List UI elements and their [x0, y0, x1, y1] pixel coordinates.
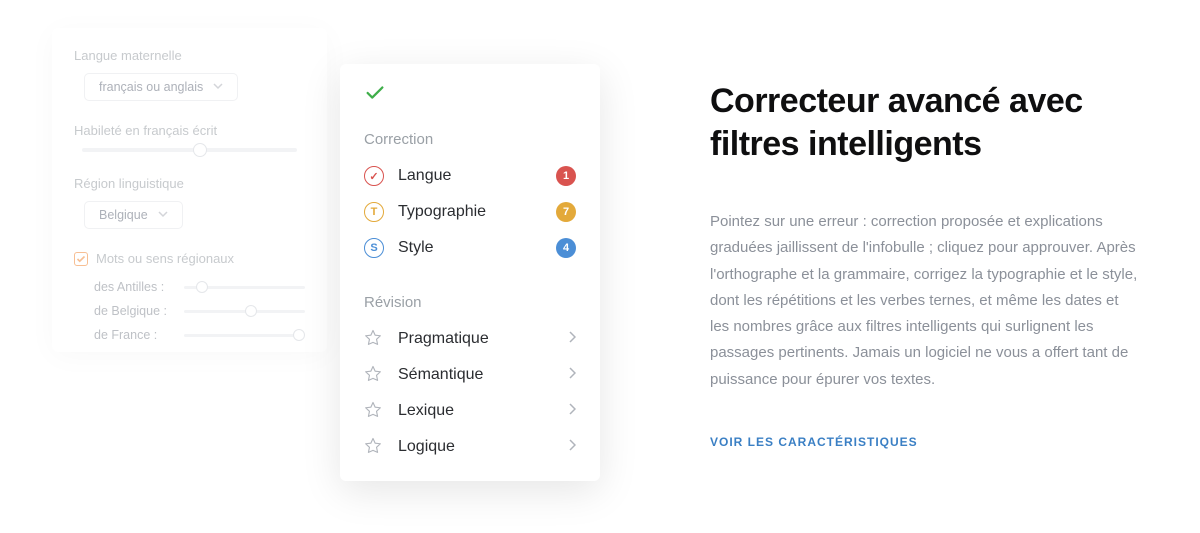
regional-label: des Antilles :	[94, 280, 184, 294]
regional-slider-row: de France :	[74, 328, 305, 342]
regional-slider[interactable]	[184, 286, 305, 289]
heading-correction: Correction	[340, 131, 600, 158]
revision-item[interactable]: Lexique	[340, 393, 600, 429]
label-habilete: Habileté en français écrit	[74, 123, 305, 138]
count-badge: 4	[556, 238, 576, 258]
chevron-down-icon	[158, 208, 168, 222]
star-icon	[364, 329, 384, 349]
revision-label: Logique	[398, 438, 568, 456]
chevron-right-icon	[568, 366, 576, 384]
count-badge: 7	[556, 202, 576, 222]
label-region: Région linguistique	[74, 176, 305, 191]
regional-label: de Belgique :	[94, 304, 184, 318]
select-value: français ou anglais	[99, 80, 203, 94]
label-langue-maternelle: Langue maternelle	[74, 48, 305, 63]
select-region[interactable]: Belgique	[84, 201, 183, 229]
correction-type-icon: T	[364, 202, 384, 222]
slider-thumb[interactable]	[245, 305, 257, 317]
regional-slider-row: de Belgique :	[74, 304, 305, 318]
revision-item[interactable]: Sémantique	[340, 357, 600, 393]
correction-type-icon: S	[364, 238, 384, 258]
select-langue-maternelle[interactable]: français ou anglais	[84, 73, 238, 101]
regional-slider[interactable]	[184, 310, 305, 313]
revision-label: Lexique	[398, 402, 568, 420]
star-icon	[364, 365, 384, 385]
revision-item[interactable]: Pragmatique	[340, 321, 600, 357]
habilete-slider[interactable]	[82, 148, 297, 152]
slider-thumb[interactable]	[196, 281, 208, 293]
regional-slider[interactable]	[184, 334, 305, 337]
check-icon	[364, 82, 600, 109]
revision-label: Sémantique	[398, 366, 568, 384]
slider-thumb[interactable]	[293, 329, 305, 341]
count-badge: 1	[556, 166, 576, 186]
chevron-right-icon	[568, 438, 576, 456]
checkbox-label: Mots ou sens régionaux	[96, 251, 234, 266]
checkbox-regionaux[interactable]: Mots ou sens régionaux	[74, 251, 305, 266]
correction-item[interactable]: ✓ Langue 1	[340, 158, 600, 194]
revision-item[interactable]: Logique	[340, 429, 600, 465]
correction-label: Langue	[398, 167, 556, 185]
chevron-down-icon	[213, 80, 223, 94]
headline: Correcteur avancé avec filtres intellige…	[710, 80, 1140, 165]
select-value: Belgique	[99, 208, 148, 222]
heading-revision: Révision	[340, 294, 600, 321]
regional-label: de France :	[94, 328, 184, 342]
star-icon	[364, 437, 384, 457]
checkbox-icon	[74, 252, 88, 266]
chevron-right-icon	[568, 402, 576, 420]
correction-panel: Correction ✓ Langue 1 T Typographie 7 S …	[340, 64, 600, 481]
correction-type-icon: ✓	[364, 166, 384, 186]
body-text: Pointez sur une erreur : correction prop…	[710, 209, 1140, 393]
slider-thumb[interactable]	[193, 143, 207, 157]
star-icon	[364, 401, 384, 421]
chevron-right-icon	[568, 330, 576, 348]
marketing-section: Correcteur avancé avec filtres intellige…	[600, 20, 1160, 513]
correction-label: Typographie	[398, 203, 556, 221]
correction-item[interactable]: T Typographie 7	[340, 194, 600, 230]
correction-label: Style	[398, 239, 556, 257]
features-link[interactable]: VOIR LES CARACTÉRISTIQUES	[710, 435, 918, 449]
correction-item[interactable]: S Style 4	[340, 230, 600, 266]
settings-card: Langue maternelle français ou anglais Ha…	[52, 28, 327, 352]
regional-slider-row: des Antilles :	[74, 280, 305, 294]
revision-label: Pragmatique	[398, 330, 568, 348]
